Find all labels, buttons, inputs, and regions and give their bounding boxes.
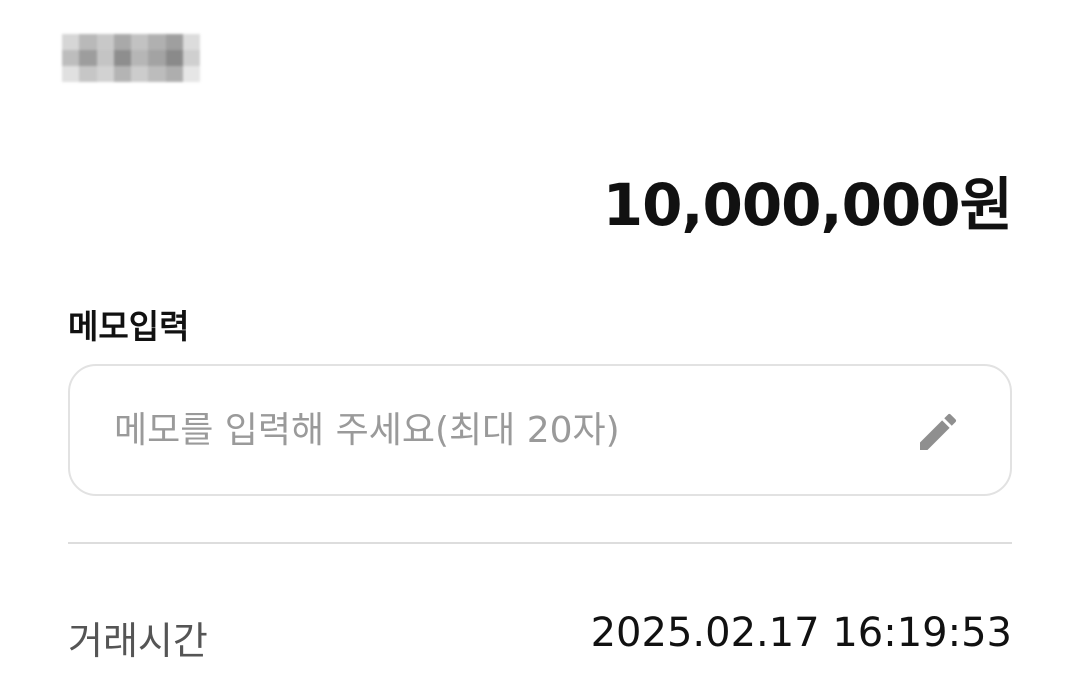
memo-input[interactable]: [114, 366, 874, 494]
memo-label: 메모입력: [68, 307, 190, 346]
transaction-time-value: 2025.02.17 16:19:53: [590, 610, 1012, 656]
pencil-icon[interactable]: [914, 408, 962, 456]
transfer-amount: 10,000,000원: [602, 171, 1013, 239]
section-divider: [68, 542, 1012, 544]
transaction-time-label: 거래시간: [68, 619, 208, 663]
recipient-name-redacted: [62, 34, 200, 82]
memo-input-box[interactable]: [68, 364, 1012, 496]
